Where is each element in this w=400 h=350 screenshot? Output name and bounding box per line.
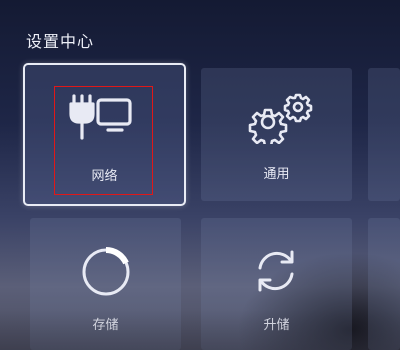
tile-network-label: 网络 [91, 169, 118, 184]
tile-network[interactable]: 网络 [23, 63, 186, 206]
refresh-icon [251, 246, 301, 296]
tile-upgrade-label: 升储 [263, 318, 290, 333]
tile-general[interactable]: 通用 [201, 68, 352, 201]
storage-ring-icon [80, 246, 132, 298]
gear-icon [239, 92, 315, 144]
tile-storage-label: 存储 [92, 318, 119, 333]
tile-partial-right-top[interactable] [368, 68, 400, 201]
tile-partial-right-bottom[interactable] [368, 218, 400, 350]
page-title: 设置中心 [26, 32, 95, 51]
tile-storage[interactable]: 存储 [30, 218, 181, 350]
network-icon [68, 92, 134, 142]
tile-upgrade[interactable]: 升储 [201, 218, 352, 350]
tile-general-label: 通用 [263, 167, 290, 182]
